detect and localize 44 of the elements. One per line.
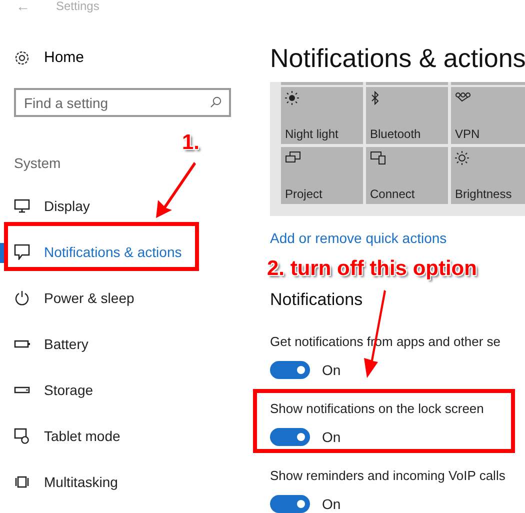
sun-icon [455, 151, 469, 165]
sun-icon [285, 91, 299, 105]
section-heading: System [14, 155, 61, 171]
screens-icon [285, 151, 301, 164]
toggle-switch[interactable] [270, 428, 310, 446]
search-field[interactable]: Find a setting [14, 88, 231, 117]
toggle-state: On [322, 362, 341, 378]
nav-item[interactable]: Multitasking [14, 459, 118, 505]
home-link[interactable]: Home [14, 49, 84, 66]
toggle-state: On [322, 429, 341, 445]
toggle-state: On [322, 496, 341, 512]
vpn-icon [455, 91, 471, 103]
window-title: Settings [56, 0, 100, 13]
tablet-icon [14, 428, 30, 444]
toggle-switch[interactable] [270, 495, 310, 513]
quick-action-tile[interactable]: VPN [451, 87, 525, 144]
monitor-icon [14, 199, 30, 213]
nav-item[interactable]: Storage [14, 367, 94, 413]
windows-icon [14, 476, 30, 488]
section-heading: Notifications [270, 290, 363, 310]
nav-item[interactable]: Battery [14, 321, 88, 367]
nav-item[interactable]: Tablet mode [14, 413, 120, 459]
drive-icon [14, 386, 30, 394]
annotation-label: 1. [182, 131, 200, 155]
power-icon [14, 290, 30, 306]
toggle-switch[interactable] [270, 361, 310, 379]
nav-item[interactable]: Power & sleep [14, 275, 134, 321]
nav-item[interactable]: Display [14, 183, 90, 229]
quick-action-tile[interactable]: Bluetooth [366, 87, 448, 144]
setting-label: Show reminders and incoming VoIP calls [270, 468, 506, 483]
quick-action-tile[interactable]: Connect [366, 147, 448, 204]
battery-icon [14, 339, 30, 349]
quick-actions-link[interactable]: Add or remove quick actions [270, 230, 447, 246]
quick-action-tile[interactable]: Night light [281, 87, 363, 144]
page-title: Notifications & actions [270, 43, 525, 74]
annotation-label: 2. turn off this option [267, 257, 477, 281]
connect-icon [370, 151, 386, 165]
speech-bubble-icon [14, 244, 30, 260]
quick-action-tile[interactable]: Project [281, 147, 363, 204]
settings-icon [14, 50, 30, 66]
setting-label: Show notifications on the lock screen [270, 401, 484, 416]
search-icon [210, 96, 222, 108]
quick-action-tile[interactable]: Brightness [451, 147, 525, 204]
bluetooth-icon [370, 91, 380, 105]
